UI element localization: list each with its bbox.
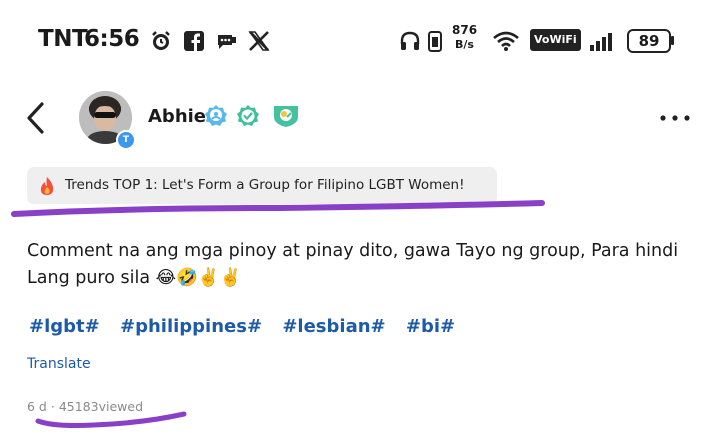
phone-battery-icon xyxy=(428,31,442,52)
status-bar: TNT 6:56 876 B/s VoWiFi 89 xyxy=(0,22,719,62)
post-text: Comment na ang mga pinoy at pinay dito, … xyxy=(27,241,679,288)
headphones-icon xyxy=(400,31,420,50)
vowifi-badge: VoWiFi xyxy=(530,29,581,51)
shield-badge-icon xyxy=(274,106,298,127)
check-badge-icon xyxy=(237,105,259,126)
signal-icon xyxy=(590,33,612,51)
trend-pill[interactable]: Trends TOP 1: Let's Form a Group for Fil… xyxy=(27,167,497,204)
battery-tip xyxy=(671,36,674,45)
network-speed-value: 876 xyxy=(452,23,478,37)
username[interactable]: Abhie xyxy=(148,106,206,127)
battery-level: 89 xyxy=(627,29,671,53)
message-icon xyxy=(218,35,236,49)
fire-icon xyxy=(40,177,54,195)
hashtag-lesbian[interactable]: #lesbian# xyxy=(282,316,385,337)
post-meta: 6 d · 45183viewed xyxy=(27,399,143,414)
x-logo-icon xyxy=(248,31,270,51)
carrier-label: TNT xyxy=(38,26,88,52)
hashtag-lgbt[interactable]: #lgbt# xyxy=(29,316,100,337)
view-count: 45183viewed xyxy=(58,399,144,414)
network-speed-unit: B/s xyxy=(455,38,474,51)
hashtag-philippines[interactable]: #philippines# xyxy=(120,316,262,337)
hashtag-list: #lgbt# #philippines# #lesbian# #bi# xyxy=(29,316,469,337)
more-icon[interactable] xyxy=(657,108,693,128)
post-age: 6 d xyxy=(27,399,47,414)
screen: TNT 6:56 876 B/s VoWiFi 89 T Abhie Trend… xyxy=(0,0,719,445)
verified-icon xyxy=(205,105,227,126)
meta-separator: · xyxy=(50,399,55,414)
facebook-icon xyxy=(184,31,204,51)
wifi-icon xyxy=(493,31,519,51)
translate-link[interactable]: Translate xyxy=(27,356,91,372)
trend-label: Trends TOP 1: Let's Form a Group for Fil… xyxy=(65,177,465,193)
avatar-badge: T xyxy=(116,130,136,150)
hashtag-bi[interactable]: #bi# xyxy=(406,316,455,337)
clock: 6:56 xyxy=(84,26,140,52)
alarm-icon xyxy=(152,31,170,50)
back-button[interactable] xyxy=(22,100,52,136)
